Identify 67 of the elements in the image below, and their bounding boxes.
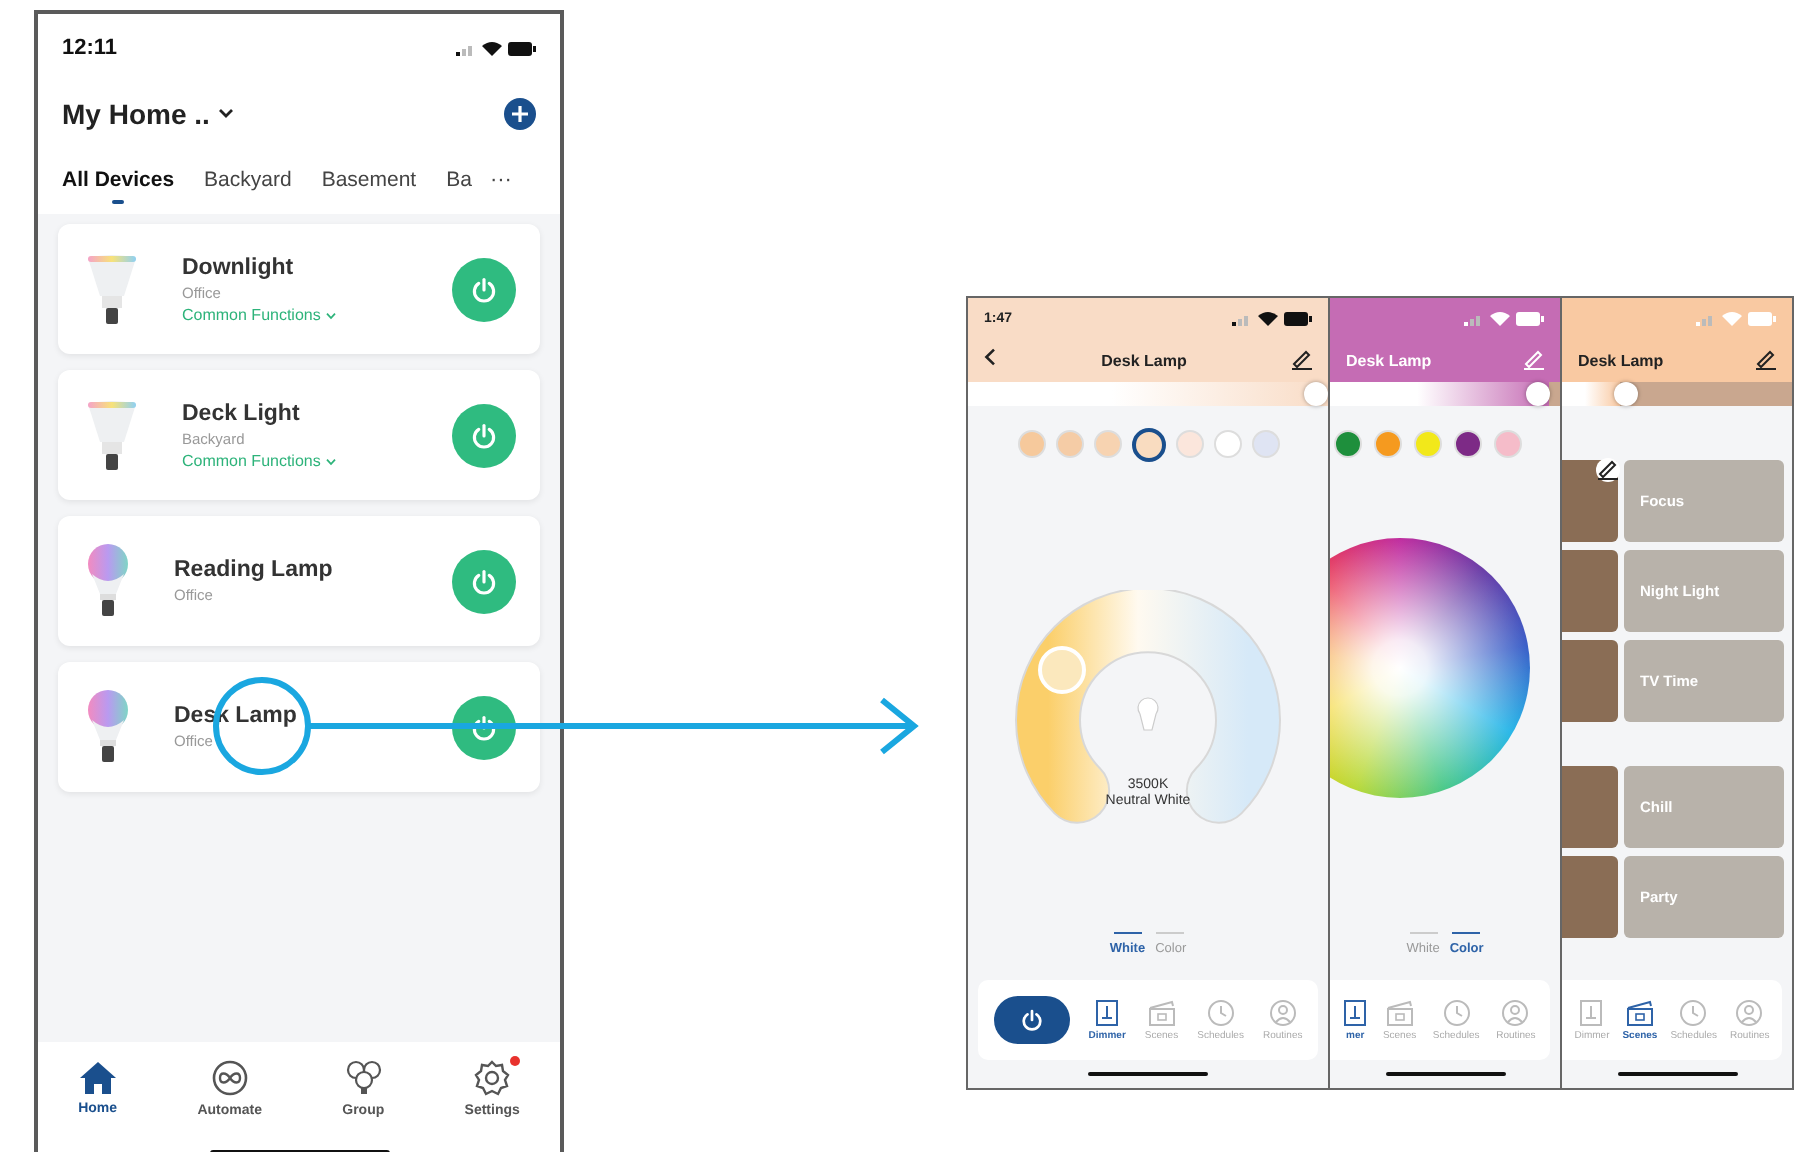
battery-icon bbox=[1284, 311, 1312, 325]
power-icon bbox=[470, 421, 498, 449]
brightness-slider[interactable] bbox=[1562, 382, 1792, 406]
signal-icon bbox=[456, 41, 476, 55]
dimmer-icon bbox=[1096, 999, 1119, 1025]
battery-icon bbox=[1516, 311, 1544, 325]
power-icon bbox=[470, 713, 498, 741]
edit-icon[interactable] bbox=[1756, 350, 1776, 370]
more-button[interactable]: ··· bbox=[489, 167, 512, 191]
device-name: Reading Lamp bbox=[174, 558, 335, 582]
chevron-down-icon bbox=[325, 457, 336, 465]
person-icon bbox=[1502, 999, 1529, 1025]
device-name: Downlight bbox=[182, 255, 296, 279]
flood-bulb-icon bbox=[86, 251, 138, 327]
room-tab[interactable]: Basement bbox=[321, 155, 417, 203]
clock-icon bbox=[1207, 999, 1234, 1025]
power-icon bbox=[470, 567, 498, 595]
power-button[interactable] bbox=[993, 996, 1070, 1044]
signal-icon bbox=[1696, 311, 1716, 325]
screen-title: Desk Lamp bbox=[1346, 351, 1432, 369]
bulbs-icon bbox=[343, 1060, 384, 1096]
person-icon bbox=[1736, 999, 1763, 1025]
wifi-icon bbox=[1258, 310, 1278, 326]
signal-icon bbox=[1464, 311, 1484, 325]
bulb-icon bbox=[86, 543, 130, 619]
plus-icon bbox=[512, 105, 528, 121]
device-name: Deck Light bbox=[182, 401, 302, 425]
settings-icon bbox=[474, 1060, 511, 1096]
screen-title: Desk Lamp bbox=[1101, 351, 1187, 369]
clapperboard-icon bbox=[1625, 999, 1654, 1025]
flood-bulb-icon bbox=[86, 397, 138, 473]
battery-icon bbox=[1748, 311, 1776, 325]
infinity-loop-icon bbox=[211, 1060, 248, 1096]
wifi-icon bbox=[1722, 310, 1742, 326]
home-selector[interactable]: My Home .. bbox=[62, 97, 234, 129]
power-icon bbox=[1019, 1008, 1044, 1032]
room-tab[interactable]: Ba bbox=[446, 155, 472, 203]
clock-icon bbox=[1443, 999, 1470, 1025]
dimmer-icon bbox=[1344, 999, 1367, 1025]
power-icon bbox=[470, 275, 498, 303]
home-icon bbox=[79, 1062, 116, 1094]
status-time: 12:11 bbox=[62, 36, 118, 60]
room-tab[interactable]: Backyard bbox=[204, 155, 292, 203]
clock-icon bbox=[1680, 999, 1707, 1025]
scene-photo[interactable] bbox=[1562, 460, 1618, 542]
battery-icon bbox=[508, 41, 536, 55]
person-icon bbox=[1269, 999, 1296, 1025]
wifi-icon bbox=[482, 40, 502, 56]
edit-icon[interactable] bbox=[1292, 350, 1312, 370]
dimmer-icon bbox=[1580, 999, 1603, 1025]
color-swatch[interactable] bbox=[1131, 427, 1165, 461]
room-tab[interactable]: All Devices bbox=[62, 155, 175, 203]
home-indicator bbox=[1088, 1072, 1208, 1076]
home-indicator bbox=[1617, 1072, 1737, 1076]
add-button[interactable] bbox=[504, 97, 536, 129]
brightness-slider[interactable] bbox=[968, 382, 1328, 406]
screen-title: Desk Lamp bbox=[1578, 351, 1664, 369]
edit-icon[interactable] bbox=[1598, 460, 1618, 480]
clapperboard-icon bbox=[1147, 999, 1176, 1025]
home-indicator bbox=[1385, 1072, 1505, 1076]
signal-icon bbox=[1232, 311, 1252, 325]
chevron-down-icon bbox=[325, 311, 336, 319]
bulb-icon bbox=[86, 689, 130, 765]
clapperboard-icon bbox=[1385, 999, 1414, 1025]
wifi-icon bbox=[1490, 310, 1510, 326]
chevron-down-icon bbox=[217, 108, 234, 118]
brightness-slider[interactable] bbox=[1330, 382, 1560, 406]
